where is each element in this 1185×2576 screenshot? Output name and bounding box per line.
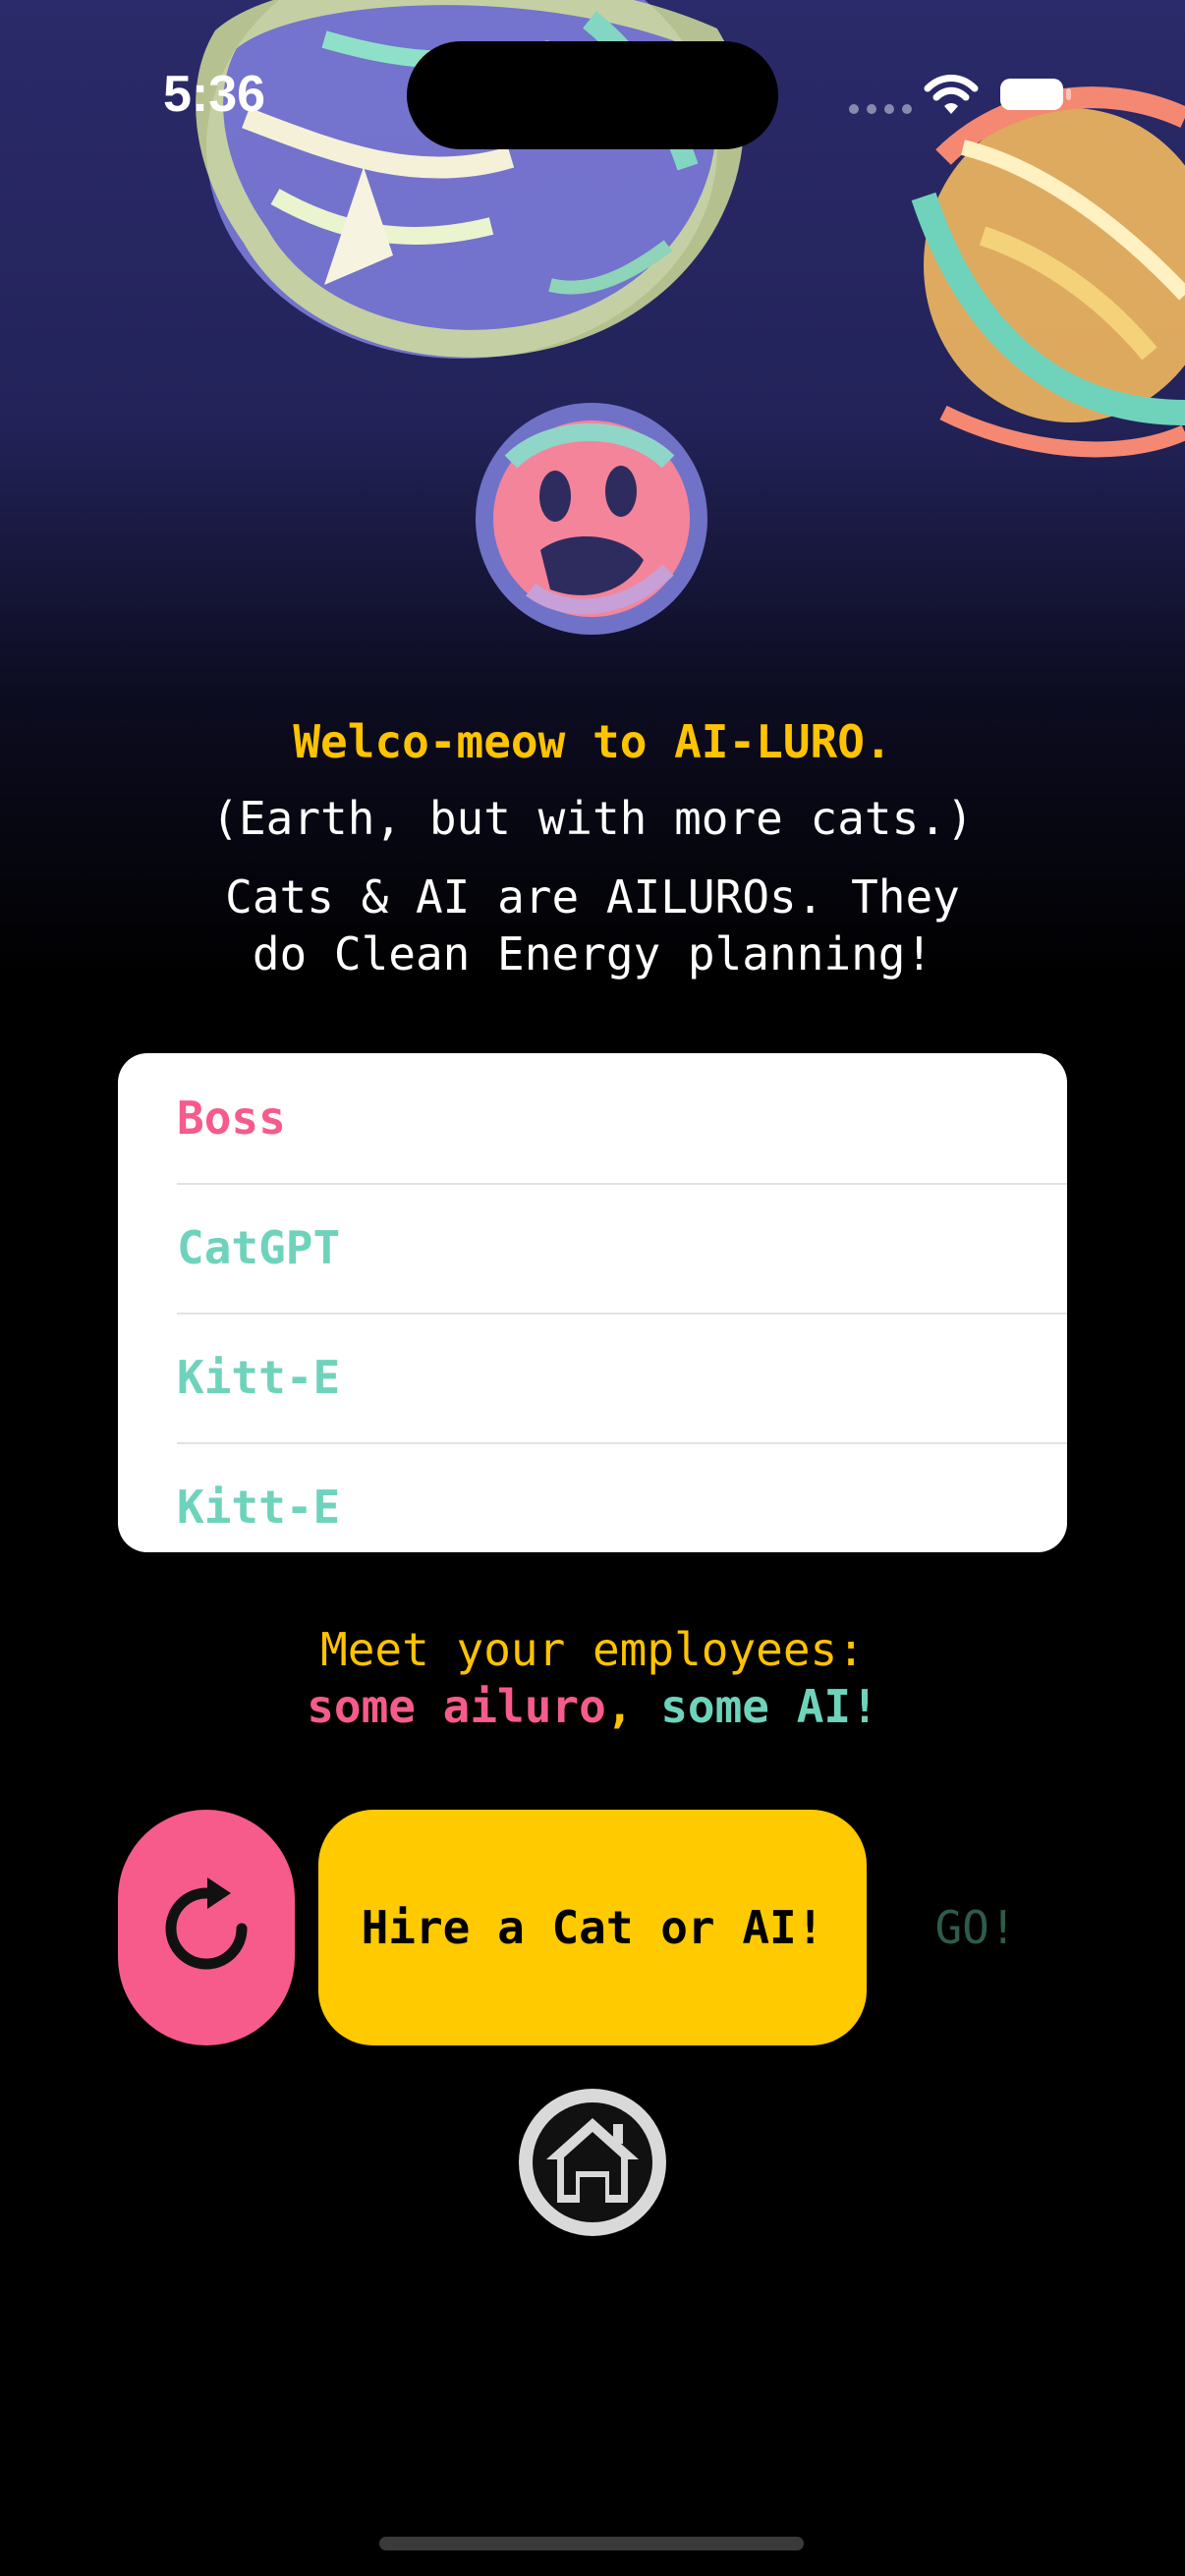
description-line-2: do Clean Energy planning! <box>252 927 933 980</box>
meet-ai-text: some AI <box>660 1680 852 1733</box>
meet-caption-line-2: some ailuro, some AI! <box>0 1678 1185 1735</box>
welcome-subtitle: (Earth, but with more cats.) <box>211 792 974 845</box>
dynamic-island <box>407 41 778 149</box>
meet-caption-line-1: Meet your employees: <box>320 1623 865 1676</box>
meet-exclaim: ! <box>851 1680 878 1733</box>
employee-row-catgpt[interactable]: CatGPT <box>118 1183 1067 1313</box>
battery-icon <box>1000 79 1071 110</box>
go-button[interactable]: GO! <box>904 1886 1047 1969</box>
description-line-1: Cats & AI are AILUROs. They <box>225 870 960 924</box>
planet-moon-face <box>476 403 707 635</box>
home-icon <box>533 2102 652 2222</box>
home-indicator <box>379 2537 804 2550</box>
status-time: 5:36 <box>163 66 266 123</box>
employee-row-kitt-e[interactable]: Kitt-E <box>118 1313 1067 1442</box>
hire-button[interactable]: Hire a Cat or AI! <box>318 1810 867 2045</box>
employee-row-boss[interactable]: Boss <box>118 1053 1067 1183</box>
home-button[interactable] <box>519 2089 666 2236</box>
employee-row-kitt-e-2[interactable]: Kitt-E <box>118 1442 1067 1552</box>
planet-ringed <box>911 86 1185 458</box>
refresh-button[interactable] <box>118 1810 295 2045</box>
employee-list[interactable]: Boss CatGPT Kitt-E Kitt-E <box>118 1053 1067 1552</box>
meet-ailuro-text: some ailuro <box>307 1680 606 1733</box>
welcome-title: Welco-meow to AI-LURO. <box>293 715 892 768</box>
welcome-description: Cats & AI are AILUROs. They do Clean Ene… <box>0 868 1185 982</box>
cellular-signal-icon <box>849 104 912 114</box>
refresh-icon <box>165 1877 248 1970</box>
wifi-icon <box>924 75 979 114</box>
meet-separator: , <box>605 1680 661 1733</box>
meet-employees-caption: Meet your employees: some ailuro, some A… <box>0 1621 1185 1735</box>
